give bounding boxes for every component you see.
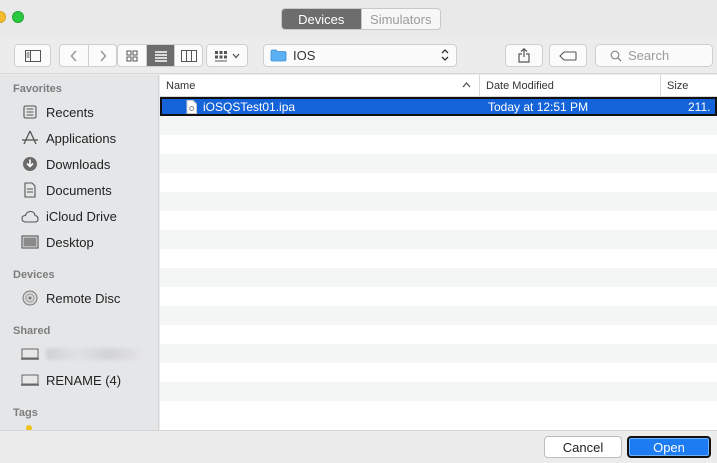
empty-row xyxy=(160,192,717,211)
open-button[interactable]: Open xyxy=(627,436,711,458)
icloud-icon xyxy=(21,210,39,223)
sidebar-item-icloud-drive[interactable]: iCloud Drive xyxy=(0,203,158,229)
recents-icon xyxy=(23,105,37,119)
empty-row xyxy=(160,135,717,154)
back-button[interactable] xyxy=(60,45,88,66)
empty-row xyxy=(160,306,717,325)
sidebar-item-label: iCloud Drive xyxy=(46,208,117,224)
tag-button[interactable] xyxy=(549,44,587,67)
list-icon xyxy=(154,50,167,62)
sidebar-item-downloads[interactable]: Downloads xyxy=(0,151,158,177)
icon-view-button[interactable] xyxy=(118,45,146,66)
tab-devices[interactable]: Devices xyxy=(282,9,361,29)
file-rows: iOSQSTest01.ipa Today at 12:51 PM 211. xyxy=(160,97,717,420)
sidebar-item-remote-disc[interactable]: Remote Disc xyxy=(0,285,158,311)
column-headers: Name Date Modified Size xyxy=(160,75,717,97)
sidebar-item-shared-obscured[interactable] xyxy=(0,341,158,367)
empty-row xyxy=(160,173,717,192)
back-forward-group xyxy=(59,44,117,67)
dialog-button-bar: Cancel Open xyxy=(0,430,717,463)
empty-row xyxy=(160,116,717,135)
sidebar-section-shared: Shared xyxy=(13,325,51,337)
share-icon xyxy=(518,48,530,63)
chevron-down-icon xyxy=(232,53,240,58)
sidebar-item-rename[interactable]: RENAME (4) xyxy=(0,367,158,393)
sidebar-item-label: Recents xyxy=(46,104,94,120)
search-input[interactable] xyxy=(628,48,708,63)
view-mode-group xyxy=(117,44,203,67)
empty-row xyxy=(160,268,717,287)
group-by-button[interactable] xyxy=(206,44,248,67)
obscured-share-name xyxy=(46,348,140,360)
sidebar-toggle-button[interactable] xyxy=(14,44,51,67)
tag-icon xyxy=(559,50,577,61)
forward-button[interactable] xyxy=(88,45,116,66)
sidebar: Favorites Recents Applications Downloads… xyxy=(0,75,159,430)
empty-row xyxy=(160,344,717,363)
list-view-button[interactable] xyxy=(146,45,174,66)
sidebar-item-label: RENAME (4) xyxy=(46,372,122,388)
empty-row xyxy=(160,249,717,268)
sidebar-section-favorites: Favorites xyxy=(13,83,62,95)
grid-icon xyxy=(126,50,138,61)
applications-icon xyxy=(22,130,38,145)
empty-row xyxy=(160,401,717,420)
empty-row xyxy=(160,325,717,344)
toolbar: IOS xyxy=(0,37,717,74)
desktop-icon xyxy=(21,235,39,249)
empty-row xyxy=(160,154,717,173)
title-bar: Devices Simulators xyxy=(0,0,717,37)
columns-icon xyxy=(180,49,197,62)
column-header-date[interactable]: Date Modified xyxy=(479,75,660,96)
location-popup[interactable]: IOS xyxy=(263,44,457,67)
sidebar-item-label: Downloads xyxy=(46,156,111,172)
file-list: Name Date Modified Size iOSQSTest01.ipa … xyxy=(160,75,717,430)
network-computer-icon xyxy=(21,348,39,360)
up-down-chevron-icon xyxy=(441,49,449,61)
sidebar-item-recents[interactable]: Recents xyxy=(0,99,158,125)
sort-ascending-icon xyxy=(462,82,471,88)
sidebar-item-label: Documents xyxy=(46,182,112,198)
tab-simulators[interactable]: Simulators xyxy=(360,9,440,29)
arrange-grid-icon xyxy=(215,50,227,61)
cancel-button[interactable]: Cancel xyxy=(544,436,622,458)
empty-row xyxy=(160,363,717,382)
network-computer-icon xyxy=(21,374,39,386)
empty-row xyxy=(160,211,717,230)
search-icon xyxy=(610,50,622,61)
ipa-file-icon xyxy=(186,99,197,114)
sidebar-item-label: Desktop xyxy=(46,234,94,250)
sidebar-section-devices: Devices xyxy=(13,269,55,281)
file-date: Today at 12:51 PM xyxy=(488,99,589,114)
search-field[interactable] xyxy=(595,44,713,67)
column-header-size[interactable]: Size xyxy=(660,75,717,96)
sidebar-item-label: Applications xyxy=(46,130,117,146)
share-button[interactable] xyxy=(505,44,543,67)
file-name: iOSQSTest01.ipa xyxy=(203,99,296,114)
sidebar-section-tags: Tags xyxy=(13,407,38,419)
minimize-button[interactable] xyxy=(0,11,6,23)
location-label: IOS xyxy=(293,48,316,63)
sidebar-item-documents[interactable]: Documents xyxy=(0,177,158,203)
source-segmented-control: Devices Simulators xyxy=(281,8,441,30)
sidebar-icon xyxy=(24,49,41,62)
documents-icon xyxy=(24,182,36,198)
sidebar-item-desktop[interactable]: Desktop xyxy=(0,229,158,255)
empty-row xyxy=(160,382,717,401)
column-header-name[interactable]: Name xyxy=(160,75,479,96)
disc-icon xyxy=(22,290,38,306)
empty-row xyxy=(160,230,717,249)
chevron-left-icon xyxy=(70,49,77,62)
empty-row xyxy=(160,287,717,306)
sidebar-item-label: Remote Disc xyxy=(46,290,121,306)
sidebar-item-applications[interactable]: Applications xyxy=(0,125,158,151)
zoom-button[interactable] xyxy=(12,11,24,23)
downloads-icon xyxy=(23,157,37,171)
folder-icon xyxy=(270,49,287,62)
column-view-button[interactable] xyxy=(174,45,202,66)
file-size: 211. xyxy=(688,99,711,114)
chevron-right-icon xyxy=(99,49,107,62)
table-row[interactable]: iOSQSTest01.ipa Today at 12:51 PM 211. xyxy=(160,97,717,116)
